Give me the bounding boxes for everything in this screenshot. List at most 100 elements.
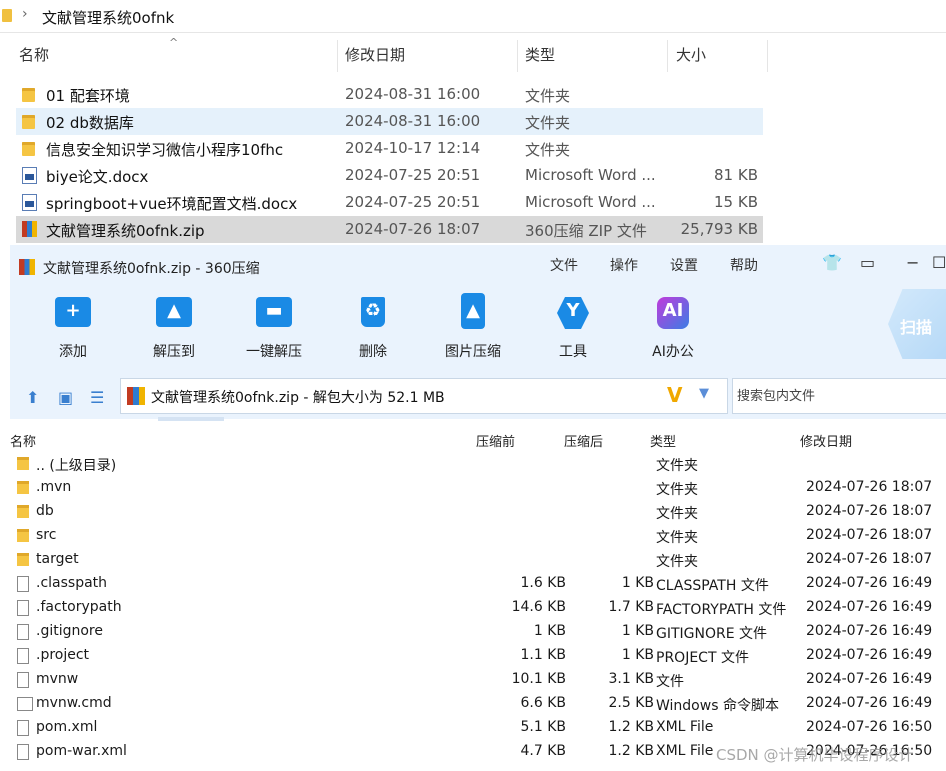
- file-row[interactable]: 02 db数据库 2024-08-31 16:00 文件夹: [16, 108, 763, 135]
- entry-name: .gitignore: [36, 623, 103, 639]
- folder-icon: [17, 505, 29, 518]
- file-icon: [17, 600, 29, 616]
- column-header-type[interactable]: 类型: [650, 431, 676, 450]
- entry-size-after: 1 KB: [621, 647, 654, 663]
- tools-button[interactable]: Y 工具: [528, 293, 618, 363]
- entry-date: 2024-07-26 18:07: [806, 503, 933, 519]
- chevron-right-icon[interactable]: ›: [22, 6, 28, 22]
- file-name: 01 配套环境: [46, 87, 130, 105]
- ai-icon: AI: [653, 293, 693, 331]
- column-header-before[interactable]: 压缩前: [476, 431, 515, 450]
- extract-to-button[interactable]: ▲ 解压到: [129, 293, 219, 363]
- delete-button[interactable]: ♻ 删除: [328, 293, 418, 363]
- up-arrow-icon[interactable]: ⬆: [26, 388, 39, 407]
- image-compress-button[interactable]: ▲ 图片压缩: [428, 293, 518, 363]
- file-type: 360压缩 ZIP 文件: [525, 222, 647, 240]
- archive-entry-row[interactable]: .. (上级目录) 文件夹: [10, 452, 946, 476]
- entry-name: target: [36, 551, 79, 567]
- skin-shirt-icon[interactable]: 👕: [822, 253, 842, 272]
- archiver-window: 文献管理系统0ofnk.zip - 360压缩 文件 操作 设置 帮助 👕 ▭ …: [10, 245, 946, 771]
- feedback-icon[interactable]: ▭: [860, 253, 875, 272]
- column-header-name[interactable]: 名称: [19, 38, 49, 72]
- file-icon: [17, 624, 29, 640]
- menu-help[interactable]: 帮助: [730, 255, 758, 275]
- archive-entry-row[interactable]: .mvn 文件夹 2024-07-26 18:07: [10, 476, 946, 500]
- dropdown-arrow-icon[interactable]: ▼: [699, 386, 709, 401]
- archive-entry-row[interactable]: .factorypath 14.6 KB 1.7 KB FACTORYPATH 文件 2…: [10, 596, 946, 620]
- column-header-size[interactable]: 大小: [676, 38, 706, 72]
- entry-date: 2024-07-26 16:49: [806, 575, 933, 591]
- file-row[interactable]: 文献管理系统0ofnk.zip 2024-07-26 18:07 360压缩 ZIP…: [16, 216, 763, 243]
- file-date: 2024-07-25 20:51: [345, 193, 481, 211]
- one-click-extract-button[interactable]: ▬ 一键解压: [229, 293, 319, 363]
- entry-size-before: 1.1 KB: [520, 647, 567, 663]
- file-row[interactable]: biye论文.docx 2024-07-25 20:51 Microsoft Wor…: [16, 162, 763, 189]
- scan-button[interactable]: 扫描: [888, 289, 946, 359]
- file-name: biye论文.docx: [46, 168, 149, 186]
- menu-operation[interactable]: 操作: [610, 255, 638, 275]
- thumbnail-view-icon[interactable]: ▣: [58, 388, 73, 407]
- breadcrumb[interactable]: 文献管理系统0ofnk: [42, 7, 174, 28]
- maximize-icon[interactable]: ☐: [932, 253, 946, 272]
- column-header-type[interactable]: 类型: [525, 38, 555, 72]
- archive-entry-row[interactable]: mvnw 10.1 KB 3.1 KB 文件 2024-07-26 16:49: [10, 668, 946, 692]
- column-header-after[interactable]: 压缩后: [564, 431, 603, 450]
- search-box[interactable]: [732, 378, 946, 414]
- address-bar[interactable]: › 文献管理系统0ofnk: [0, 0, 946, 33]
- column-divider[interactable]: [767, 40, 768, 72]
- file-row[interactable]: springboot+vue环境配置文档.docx 2024-07-25 20:5…: [16, 189, 763, 216]
- menu-file[interactable]: 文件: [550, 255, 578, 275]
- entry-type: GITIGNORE 文件: [656, 626, 768, 642]
- image-compress-label: 图片压缩: [445, 344, 501, 360]
- add-button[interactable]: + 添加: [28, 293, 118, 363]
- column-header-date[interactable]: 修改日期: [800, 431, 852, 450]
- entry-type: 文件夹: [656, 530, 698, 546]
- file-row[interactable]: 01 配套环境 2024-08-31 16:00 文件夹: [16, 81, 763, 108]
- tools-hexagon-icon: Y: [553, 293, 593, 331]
- archive-entry-row[interactable]: mvnw.cmd 6.6 KB 2.5 KB Windows 命令脚本 2024-07-…: [10, 692, 946, 716]
- column-header-name[interactable]: 名称: [10, 431, 36, 450]
- menu-settings[interactable]: 设置: [670, 255, 698, 275]
- archive-entry-row[interactable]: .project 1.1 KB 1 KB PROJECT 文件 2024-07-26 1…: [10, 644, 946, 668]
- minimize-icon[interactable]: −: [906, 253, 919, 272]
- entry-size-before: 14.6 KB: [511, 599, 566, 615]
- file-type: 文件夹: [525, 87, 571, 105]
- ai-office-button[interactable]: AI AI办公: [628, 293, 718, 363]
- folder-icon: [17, 553, 29, 566]
- v-logo-icon[interactable]: V: [667, 383, 682, 407]
- entry-type: PROJECT 文件: [656, 650, 749, 666]
- recycle-bin-icon: ♻: [353, 293, 393, 331]
- column-divider[interactable]: [337, 40, 338, 72]
- entry-size-after: 1.7 KB: [608, 599, 655, 615]
- archive-entry-row[interactable]: db 文件夹 2024-07-26 18:07: [10, 500, 946, 524]
- file-row[interactable]: 信息安全知识学习微信小程序10fhc 2024-10-17 12:14 文件夹: [16, 135, 763, 162]
- archive-entry-row[interactable]: target 文件夹 2024-07-26 18:07: [10, 548, 946, 572]
- column-header-date[interactable]: 修改日期: [345, 38, 405, 72]
- file-name: 02 db数据库: [46, 114, 134, 132]
- entry-size-before: 4.7 KB: [520, 743, 567, 759]
- entry-size-before: 1 KB: [533, 623, 566, 639]
- column-divider[interactable]: [667, 40, 668, 72]
- entry-date: 2024-07-26 16:49: [806, 671, 933, 687]
- file-icon: [17, 720, 29, 736]
- search-input[interactable]: [735, 380, 939, 412]
- archive-entry-row[interactable]: .classpath 1.6 KB 1 KB CLASSPATH 文件 2024-07-…: [10, 572, 946, 596]
- entry-size-before: 6.6 KB: [520, 695, 567, 711]
- archive-path-box[interactable]: 文献管理系统0ofnk.zip - 解包大小为 52.1 MB V ▼: [120, 378, 728, 414]
- archive-entry-row[interactable]: .gitignore 1 KB 1 KB GITIGNORE 文件 2024-07-26…: [10, 620, 946, 644]
- tools-label: 工具: [559, 344, 587, 360]
- zip-archive-icon: [127, 387, 145, 405]
- entry-size-before: 10.1 KB: [511, 671, 566, 687]
- entry-size-before: 1.6 KB: [520, 575, 567, 591]
- archive-entry-row[interactable]: pom.xml 5.1 KB 1.2 KB XML File 2024-07-26 16…: [10, 716, 946, 740]
- folder-icon: [17, 481, 29, 494]
- list-view-icon[interactable]: ☰: [90, 388, 104, 407]
- folder-icon: [17, 529, 29, 542]
- column-divider[interactable]: [517, 40, 518, 72]
- window-title: 文献管理系统0ofnk.zip - 360压缩: [43, 261, 260, 277]
- entry-name: .classpath: [36, 575, 108, 591]
- archive-entry-row[interactable]: src 文件夹 2024-07-26 18:07: [10, 524, 946, 548]
- file-size: 81 KB: [714, 166, 758, 184]
- file-date: 2024-08-31 16:00: [345, 112, 481, 130]
- entry-date: 2024-07-26 16:49: [806, 695, 933, 711]
